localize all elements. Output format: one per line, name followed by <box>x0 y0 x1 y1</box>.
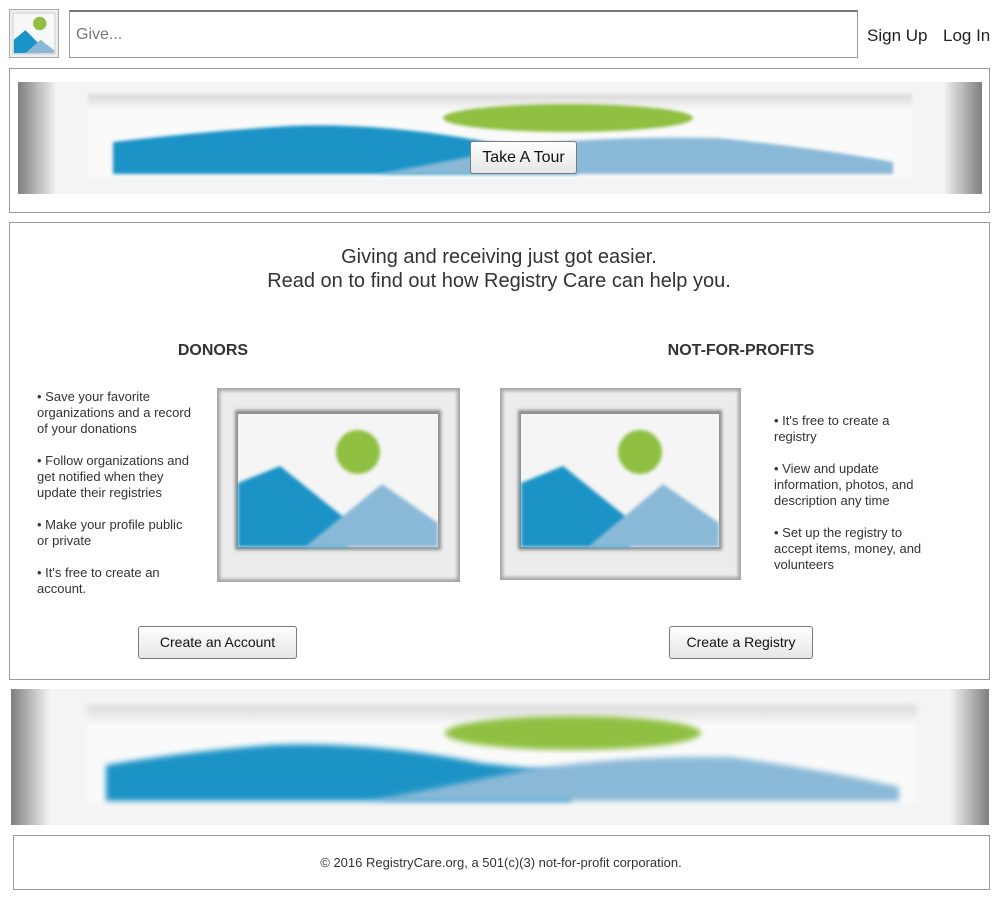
donors-title: DONORS <box>177 342 249 359</box>
take-a-tour-button[interactable]: Take A Tour <box>470 141 577 174</box>
sign-up-link[interactable]: Sign Up <box>867 26 927 46</box>
image-placeholder-icon <box>12 12 56 55</box>
list-item: • Set up the registry to accept items, m… <box>774 525 922 572</box>
bottom-banner-image <box>11 689 989 825</box>
intro-line-2: Read on to find out how Registry Care ca… <box>267 270 731 292</box>
list-item: • Make your profile public or private <box>37 517 183 548</box>
logo[interactable] <box>9 9 59 58</box>
donors-image <box>217 388 460 582</box>
create-account-button[interactable]: Create an Account <box>138 626 297 659</box>
nonprofits-benefits-list: • It's free to create a registry • View … <box>774 413 934 589</box>
list-item: • Save your favorite organizations and a… <box>37 389 191 436</box>
nonprofits-title: NOT-FOR-PROFITS <box>667 342 815 359</box>
hero-banner-image <box>18 82 982 194</box>
search-input[interactable] <box>69 10 858 58</box>
donors-benefits-list: • Save your favorite organizations and a… <box>37 389 197 613</box>
copyright-text: © 2016 RegistryCare.org, a 501(c)(3) not… <box>320 855 682 870</box>
create-registry-button[interactable]: Create a Registry <box>669 626 813 659</box>
list-item: • View and update information, photos, a… <box>774 461 914 508</box>
intro-line-1: Giving and receiving just got easier. <box>341 246 657 268</box>
list-item: • It's free to create an account. <box>37 565 160 596</box>
list-item: • Follow organizations and get notified … <box>37 453 189 500</box>
log-in-link[interactable]: Log In <box>943 26 990 46</box>
nonprofits-image <box>500 388 741 580</box>
list-item: • It's free to create a registry <box>774 413 890 444</box>
